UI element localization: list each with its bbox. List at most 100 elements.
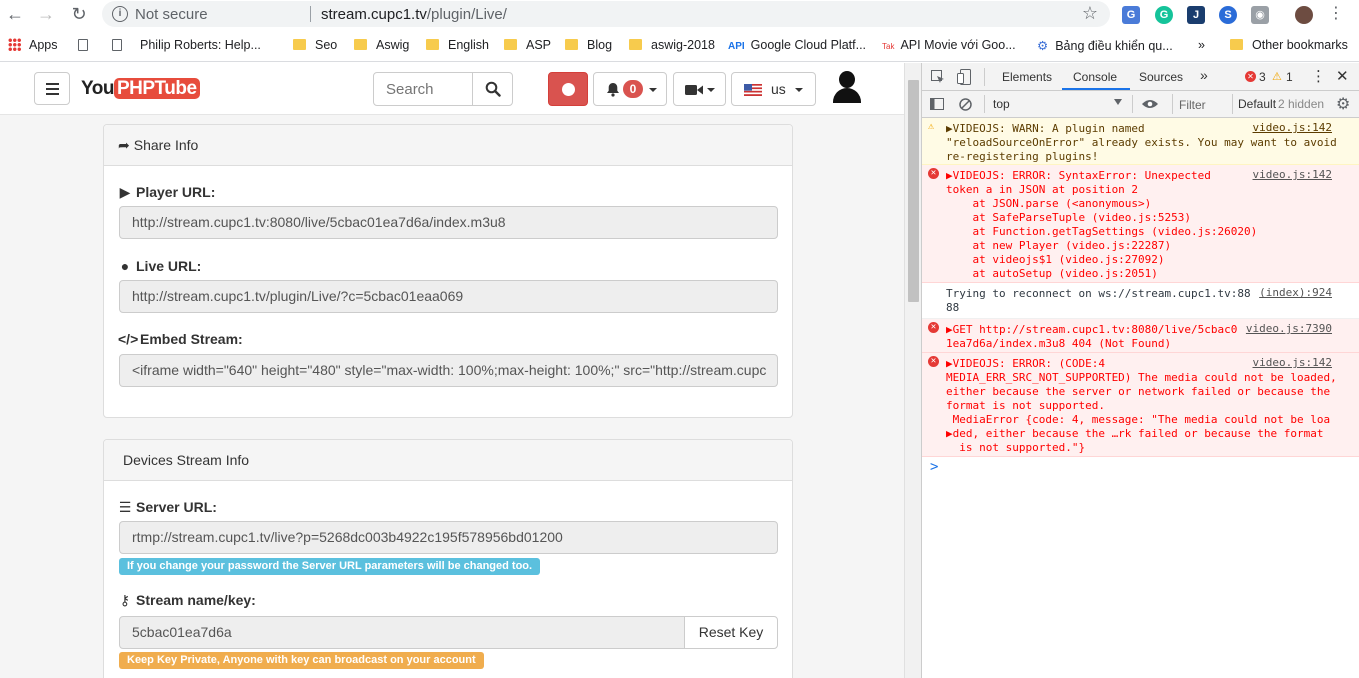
console-prompt[interactable]: > (930, 459, 938, 475)
stream-key-field[interactable]: 5cbac01ea7d6a (119, 616, 685, 649)
console-message-error[interactable]: ✕ ▶VIDEOJS: ERROR: SyntaxError: Unexpect… (922, 165, 1359, 283)
divider (1232, 94, 1233, 114)
tab-sources[interactable]: Sources (1139, 70, 1183, 84)
server-url-field[interactable]: rtmp://stream.cupc1.tv/live?p=5268dc003b… (119, 521, 778, 554)
camera-icon[interactable]: ◉ (1251, 6, 1269, 24)
embed-code-field[interactable]: <iframe width="640" height="480" style="… (119, 354, 778, 387)
caret-down-icon (707, 88, 715, 92)
warning-count[interactable]: 1 (1286, 70, 1293, 84)
message-source-link[interactable]: video.js:142 (1253, 356, 1332, 370)
message-source-link[interactable]: (index):924 (1259, 286, 1332, 300)
site-logo[interactable]: You PHPTube (81, 78, 200, 100)
caret-down-icon (795, 88, 803, 92)
tab-elements[interactable]: Elements (1002, 70, 1052, 84)
console-message-warning[interactable]: ⚠ ▶VIDEOJS: WARN: A plugin named "reload… (922, 118, 1359, 165)
video-dropdown[interactable] (673, 72, 726, 106)
kebab-menu-icon[interactable]: ⋮ (1325, 3, 1347, 25)
log-levels-dropdown[interactable]: Default (1238, 97, 1276, 111)
info-icon[interactable]: i (112, 6, 128, 22)
notifications-dropdown[interactable]: 0 (593, 72, 667, 106)
bookmark-aswig[interactable]: Aswig (354, 38, 409, 52)
close-icon[interactable]: ✕ (1336, 67, 1349, 85)
site-navbar: YouPHPTube 0 us (0, 63, 904, 115)
web-page: YouPHPTube 0 us ➦Share Info ▶Player URL:… (0, 63, 904, 678)
device-toolbar-icon[interactable] (957, 69, 971, 85)
search-icon (485, 81, 501, 97)
profile-avatar[interactable] (1295, 6, 1313, 24)
record-icon (562, 83, 575, 96)
bookmark-star-icon[interactable]: ☆ (1082, 3, 1098, 24)
console-message-error[interactable]: ✕ ▶GET http://stream.cupc1.tv:8080/live/… (922, 319, 1359, 353)
bookmark-google-cloud[interactable]: API Google Cloud Platf... (728, 38, 866, 52)
tak-icon: Tak (882, 42, 895, 51)
api-icon: API (728, 41, 745, 52)
inspect-element-icon[interactable] (931, 70, 945, 84)
bookmark-api-movie[interactable]: Tak API Movie với Goo... (882, 38, 1016, 52)
reset-key-button[interactable]: Reset Key (684, 616, 778, 649)
context-selector[interactable]: top (993, 97, 1010, 111)
message-source-link[interactable]: video.js:7390 (1246, 322, 1332, 336)
google-translate-icon[interactable]: G (1122, 6, 1140, 24)
url-host: stream.cupc1.tv (321, 6, 427, 23)
bookmark-apps[interactable]: Apps (8, 38, 58, 52)
message-source-link[interactable]: video.js:142 (1253, 121, 1332, 135)
eye-icon[interactable] (1142, 99, 1158, 109)
search-button[interactable] (472, 72, 513, 106)
message-text: ▶VIDEOJS: ERROR: (CODE:4 MEDIA_ERR_SRC_N… (946, 357, 1337, 454)
search-input[interactable] (373, 72, 473, 106)
back-arrow-icon[interactable]: ← (4, 3, 26, 25)
tab-console[interactable]: Console (1073, 70, 1117, 84)
extension-j-icon[interactable]: J (1187, 6, 1205, 24)
active-tab-indicator (1062, 88, 1130, 90)
server-icon: ☰ (118, 499, 132, 515)
bookmarks-overflow[interactable]: » (1198, 38, 1205, 52)
player-url-field[interactable]: http://stream.cupc1.tv:8080/live/5cbac01… (119, 206, 778, 239)
devices-stream-panel: Devices Stream Info ☰ Server URL: rtmp://… (103, 439, 793, 678)
clear-console-icon[interactable] (959, 98, 972, 111)
error-icon: ✕ (1245, 71, 1256, 82)
divider (1132, 95, 1133, 113)
menu-button[interactable] (34, 72, 70, 105)
settings-gear-icon[interactable]: ⚙ (1336, 94, 1350, 114)
bell-icon (607, 83, 619, 97)
panel-title: Share Info (133, 137, 199, 153)
other-bookmarks[interactable]: Other bookmarks (1230, 38, 1348, 52)
extension-s-icon[interactable]: S (1219, 6, 1237, 24)
devtools-kebab-icon[interactable]: ⋮ (1311, 67, 1326, 85)
live-url-label: ● Live URL: (118, 258, 202, 274)
error-count[interactable]: 3 (1259, 70, 1266, 84)
url-text[interactable]: stream.cupc1.tv/plugin/Live/ (321, 6, 507, 23)
url-path: /plugin/Live/ (426, 6, 507, 23)
notification-count-badge: 0 (623, 80, 643, 98)
forward-arrow-icon[interactable]: → (35, 3, 57, 25)
bookmark-blog[interactable]: Blog (565, 38, 612, 52)
message-text: ▶GET http://stream.cupc1.tv:8080/live/5c… (946, 323, 1238, 350)
live-url-field[interactable]: http://stream.cupc1.tv/plugin/Live/?c=5c… (119, 280, 778, 313)
bookmark-english[interactable]: English (426, 38, 489, 52)
grammarly-icon[interactable]: G (1155, 6, 1173, 24)
record-button[interactable] (548, 72, 588, 106)
user-avatar[interactable] (833, 71, 861, 103)
scrollbar-thumb[interactable] (908, 80, 919, 302)
console-message-error[interactable]: ✕ ▶VIDEOJS: ERROR: (CODE:4 MEDIA_ERR_SRC… (922, 353, 1359, 457)
language-dropdown[interactable]: us (731, 72, 816, 106)
bookmark-seo[interactable]: Seo (293, 38, 337, 52)
message-source-link[interactable]: video.js:142 (1253, 168, 1332, 182)
address-bar[interactable]: i Not secure stream.cupc1.tv/plugin/Live… (102, 1, 1110, 27)
console-message-log[interactable]: Trying to reconnect on ws://stream.cupc1… (922, 283, 1359, 319)
more-tabs-button[interactable]: » (1200, 67, 1208, 83)
bookmark-asp[interactable]: ASP (504, 38, 551, 52)
stream-key-help: Keep Key Private, Anyone with key can br… (119, 652, 484, 669)
browser-toolbar: ← → ↻ i Not secure stream.cupc1.tv/plugi… (0, 0, 1359, 30)
reload-icon[interactable]: ↻ (68, 3, 90, 25)
server-url-label: ☰ Server URL: (118, 499, 217, 515)
bookmark-philip-roberts[interactable]: Philip Roberts: Help... (112, 38, 261, 52)
filter-input[interactable]: Filter (1179, 98, 1206, 112)
caret-down-icon[interactable] (1114, 99, 1122, 105)
sidebar-toggle-icon[interactable] (930, 98, 944, 110)
page-scrollbar[interactable] (904, 63, 921, 678)
code-icon: </> (118, 331, 139, 347)
bookmark-bang-dieu-khien[interactable]: ⚙ Bảng điều khiển qu... (1037, 38, 1173, 53)
bookmark-aswig-2018[interactable]: aswig-2018 (629, 38, 715, 52)
bookmark-page[interactable] (78, 38, 88, 52)
